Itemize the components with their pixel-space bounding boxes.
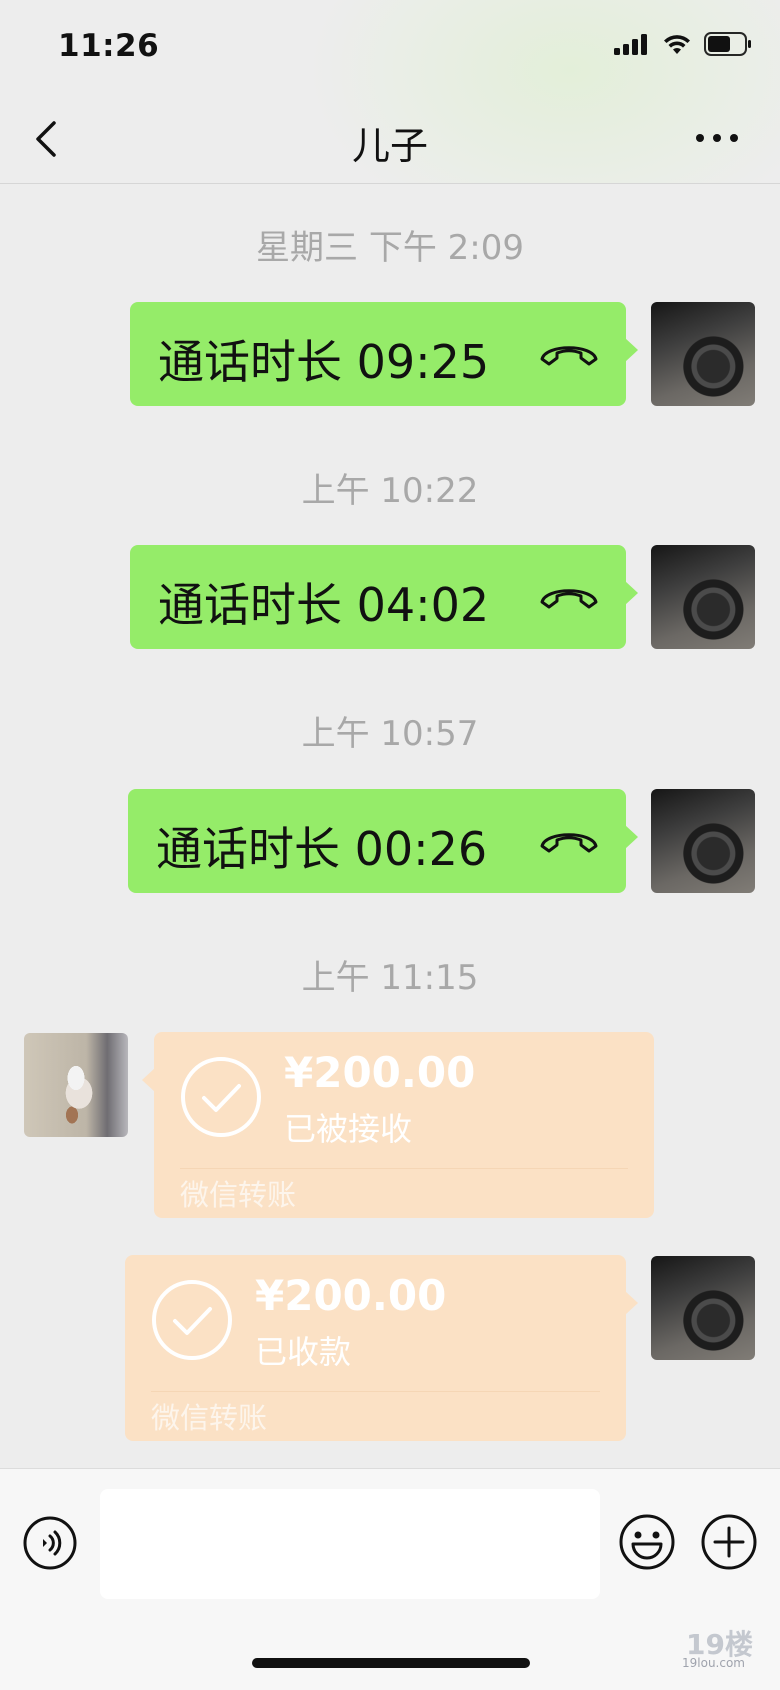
transfer-footer: 微信转账 [180, 1178, 297, 1212]
transfer-footer: 微信转账 [151, 1401, 268, 1435]
timestamp: 上午 11:15 [301, 958, 479, 998]
home-indicator[interactable] [252, 1658, 530, 1668]
transfer-amount: ¥200.00 [255, 1271, 447, 1320]
phone-hangup-icon [540, 589, 598, 609]
call-duration-text: 通话时长 09:25 [158, 335, 490, 389]
transfer-status: 已收款 [255, 1333, 352, 1371]
voice-icon[interactable] [22, 1515, 78, 1571]
my-avatar[interactable] [651, 1256, 755, 1360]
status-time: 11:26 [58, 28, 160, 64]
contact-avatar[interactable] [24, 1033, 128, 1137]
timestamp: 上午 10:57 [301, 714, 479, 754]
divider [151, 1391, 600, 1392]
call-duration-text: 通话时长 00:26 [156, 822, 488, 876]
navigation-bar: 儿子 [0, 95, 780, 184]
watermark-text: 19lou.com [682, 1656, 745, 1670]
transfer-bubble[interactable]: ¥200.00 已被接收 微信转账 [142, 1032, 654, 1218]
chat-title: 儿子 [351, 124, 428, 168]
divider [180, 1168, 628, 1169]
timestamp: 星期三 下午 2:09 [256, 228, 524, 268]
call-record-bubble[interactable]: 通话时长 09:25 [130, 302, 638, 406]
my-avatar[interactable] [651, 545, 755, 649]
watermark-logo: 19楼 19lou.com [682, 1628, 760, 1674]
timestamp: 上午 10:22 [301, 471, 479, 511]
call-record-bubble[interactable]: 通话时长 04:02 [130, 545, 638, 649]
call-record-bubble[interactable]: 通话时长 00:26 [128, 789, 638, 893]
status-icons [614, 32, 752, 56]
my-avatar[interactable] [651, 789, 755, 893]
transfer-bubble[interactable]: ¥200.00 已收款 微信转账 [125, 1255, 638, 1441]
battery-icon [704, 32, 751, 56]
more-dots-icon[interactable] [692, 123, 742, 153]
transfer-amount: ¥200.00 [284, 1048, 476, 1097]
status-bar: 11:26 [0, 0, 780, 95]
watermark-mark: 19楼 [686, 1628, 753, 1661]
emoji-icon[interactable] [618, 1513, 676, 1571]
check-circle-icon [152, 1280, 232, 1360]
phone-hangup-icon [540, 346, 598, 366]
check-circle-icon [181, 1057, 261, 1137]
phone-hangup-icon [540, 833, 598, 853]
svg-text:19楼: 19楼 [686, 1628, 753, 1658]
call-duration-text: 通话时长 04:02 [158, 578, 490, 632]
transfer-status: 已被接收 [284, 1110, 413, 1148]
message-input[interactable] [100, 1489, 600, 1599]
wifi-icon [664, 35, 690, 54]
input-bar [0, 1468, 780, 1690]
plus-circle-icon[interactable] [700, 1513, 758, 1571]
signal-icon [614, 34, 647, 55]
my-avatar[interactable] [651, 302, 755, 406]
